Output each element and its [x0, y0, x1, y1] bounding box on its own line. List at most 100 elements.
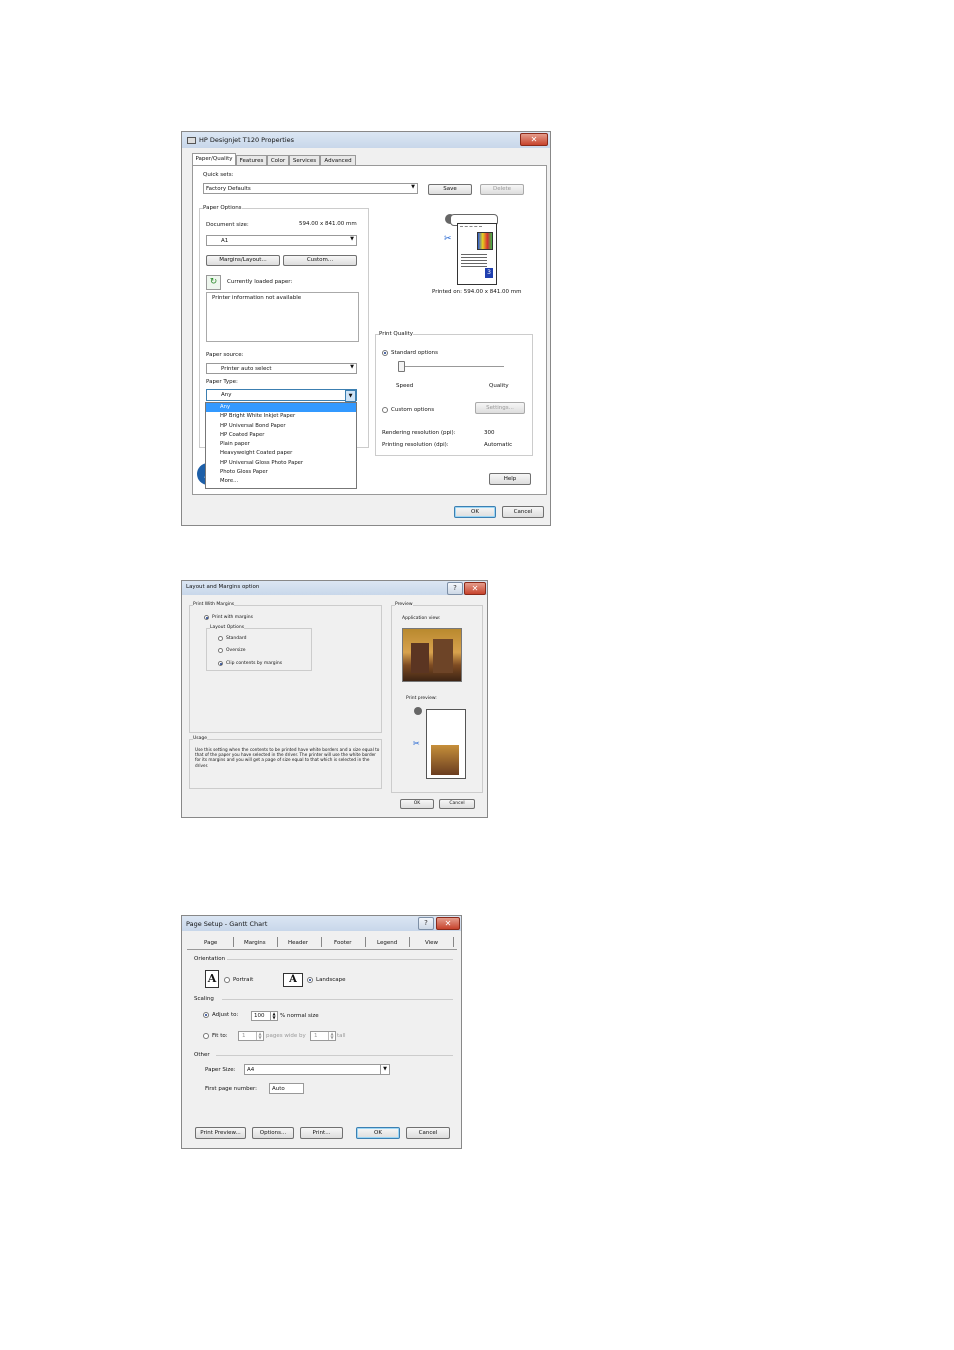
standard-options-radio[interactable]	[382, 350, 388, 356]
refresh-paper-icon[interactable]: ↻	[206, 275, 221, 290]
tab-page[interactable]: Page	[204, 940, 217, 946]
help-icon[interactable]: ?	[447, 582, 463, 595]
quick-sets-select[interactable]: Factory Defaults ▼	[203, 183, 418, 194]
spinner-icon[interactable]: ▲ ▼	[328, 1032, 335, 1040]
tab-footer[interactable]: Footer	[334, 940, 352, 946]
portrait-label: Portrait	[233, 977, 254, 983]
layout-margins-dialog: Layout and Margins option ? ✕ Print With…	[181, 580, 488, 818]
list-item[interactable]: HP Coated Paper	[206, 431, 356, 440]
title-bar: Layout and Margins option ? ✕	[182, 581, 487, 595]
printing-resolution-value: Automatic	[484, 442, 513, 448]
tall-label: tall	[337, 1033, 346, 1039]
fit-wide-stepper[interactable]: 1 ▲ ▼	[238, 1031, 264, 1041]
paper-preview-graphic: 3 ✂	[444, 214, 501, 286]
dialog-title: Layout and Margins option	[186, 584, 260, 590]
close-button[interactable]: ✕	[464, 582, 486, 595]
printer-properties-dialog: HP Designjet T120 Properties ✕ Paper/Qua…	[181, 131, 551, 526]
pages-wide-by-label: pages wide by	[266, 1033, 306, 1039]
application-view-image	[402, 628, 462, 682]
oversize-radio[interactable]	[218, 648, 223, 653]
print-with-margins-radio[interactable]	[204, 615, 209, 620]
list-item[interactable]: Heavyweight Coated paper	[206, 449, 356, 458]
scaling-label: Scaling	[194, 996, 214, 1002]
paper-type-select[interactable]: Any ▼	[206, 389, 357, 402]
paper-type-dropdown-list: Any HP Bright White Inkjet Paper HP Univ…	[205, 402, 357, 489]
adjust-to-radio[interactable]	[203, 1012, 209, 1018]
custom-size-button[interactable]: Custom...	[283, 255, 357, 266]
first-page-input[interactable]: Auto	[269, 1083, 304, 1094]
delete-button[interactable]: Delete	[480, 184, 524, 195]
cancel-button[interactable]: Cancel	[439, 799, 475, 809]
print-preview-label: Print preview:	[406, 696, 437, 701]
quality-slider[interactable]	[400, 366, 504, 367]
application-view-label: Application view:	[402, 616, 441, 621]
list-item[interactable]: HP Universal Gloss Photo Paper	[206, 459, 356, 468]
list-item[interactable]: More...	[206, 477, 356, 486]
print-button[interactable]: Print...	[300, 1127, 343, 1139]
dialog-title: HP Designjet T120 Properties	[199, 136, 295, 144]
tab-header[interactable]: Header	[288, 940, 308, 946]
dialog-title: Page Setup - Gantt Chart	[186, 920, 268, 928]
scissors-icon: ✂	[444, 234, 452, 244]
paper-options-label: Paper Options	[203, 205, 242, 211]
ok-button[interactable]: OK	[400, 799, 434, 809]
ok-button[interactable]: OK	[356, 1127, 400, 1139]
landscape-radio[interactable]	[307, 977, 313, 983]
chevron-down-icon: ▼	[350, 236, 354, 242]
custom-options-label: Custom options	[391, 407, 435, 413]
tab-margins[interactable]: Margins	[244, 940, 266, 946]
quality-label: Quality	[489, 383, 509, 389]
first-page-label: First page number:	[205, 1086, 258, 1092]
usage-text: Use this setting when the contents to be…	[195, 747, 380, 768]
chevron-down-icon: ▼	[380, 1065, 389, 1074]
standard-radio[interactable]	[218, 636, 223, 641]
settings-button[interactable]: Settings...	[475, 402, 525, 414]
portrait-icon: A	[205, 970, 219, 988]
cancel-button[interactable]: Cancel	[502, 506, 544, 518]
fit-tall-stepper[interactable]: 1 ▲ ▼	[310, 1031, 336, 1041]
rendering-resolution-value: 300	[484, 430, 495, 436]
list-item[interactable]: Photo Gloss Paper	[206, 468, 356, 477]
help-icon[interactable]: ?	[418, 917, 434, 930]
cancel-button[interactable]: Cancel	[406, 1127, 450, 1139]
spinner-icon[interactable]: ▲ ▼	[256, 1032, 263, 1040]
ok-button[interactable]: OK	[454, 506, 496, 518]
title-bar: Page Setup - Gantt Chart ? ✕	[182, 916, 461, 931]
adjust-to-label: Adjust to:	[212, 1012, 239, 1018]
custom-options-radio[interactable]	[382, 407, 388, 413]
fit-to-radio[interactable]	[203, 1033, 209, 1039]
print-preview-button[interactable]: Print Preview...	[195, 1127, 246, 1139]
fit-to-label: Fit to:	[212, 1033, 228, 1039]
print-preview-graphic: ✂	[413, 707, 466, 779]
tab-view[interactable]: View	[425, 940, 438, 946]
paper-type-label: Paper Type:	[206, 379, 238, 385]
list-item[interactable]: Any	[206, 403, 356, 413]
slider-thumb[interactable]	[398, 361, 405, 372]
help-button[interactable]: Help	[489, 473, 531, 485]
paper-source-select[interactable]: Printer auto select ▼	[206, 363, 357, 374]
printed-on-label: Printed on: 594.00 x 841.00 mm	[432, 289, 522, 295]
paper-source-label: Paper source:	[206, 352, 244, 358]
adjust-to-stepper[interactable]: 100 ▲ ▼	[251, 1011, 278, 1021]
options-button[interactable]: Options...	[252, 1127, 294, 1139]
portrait-radio[interactable]	[224, 977, 230, 983]
landscape-label: Landscape	[316, 977, 346, 983]
quick-sets-label: Quick sets:	[203, 172, 234, 178]
printer-icon	[187, 137, 196, 144]
tab-legend[interactable]: Legend	[377, 940, 397, 946]
margins-layout-button[interactable]: Margins/Layout...	[206, 255, 280, 266]
save-button[interactable]: Save	[428, 184, 472, 195]
orientation-label: Orientation	[194, 956, 226, 962]
close-button[interactable]: ✕	[520, 133, 548, 146]
list-item[interactable]: Plain paper	[206, 440, 356, 449]
list-item[interactable]: HP Universal Bond Paper	[206, 422, 356, 431]
paper-size-select[interactable]: A4 ▼	[244, 1064, 390, 1075]
document-size-select[interactable]: A1 ▼	[206, 235, 357, 246]
speed-label: Speed	[396, 383, 414, 389]
landscape-icon: A	[283, 973, 303, 987]
clip-contents-radio[interactable]	[218, 661, 223, 666]
spinner-icon[interactable]: ▲ ▼	[270, 1012, 277, 1020]
list-item[interactable]: HP Bright White Inkjet Paper	[206, 412, 356, 421]
close-button[interactable]: ✕	[436, 917, 460, 930]
printing-resolution-label: Printing resolution (dpi):	[382, 442, 449, 448]
